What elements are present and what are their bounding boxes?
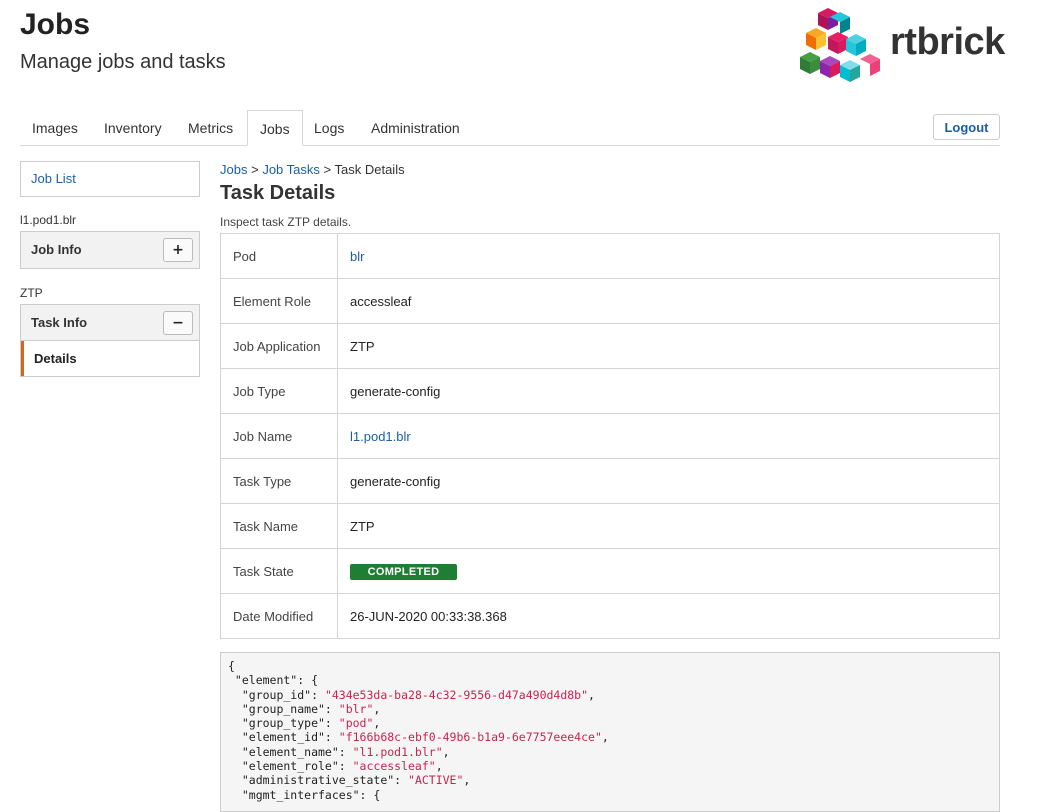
json-key: "group_type": xyxy=(228,716,339,731)
row-label: Task Name xyxy=(220,503,338,549)
job-info-header[interactable]: Job Info + xyxy=(21,232,199,268)
row-value: l1.pod1.blr xyxy=(337,413,1000,459)
tab-logs[interactable]: Logs xyxy=(302,110,356,146)
job-list-link[interactable]: Job List xyxy=(20,161,200,197)
job-info-panel: Job Info + xyxy=(20,231,200,269)
row-value: generate-config xyxy=(337,458,1000,504)
pod-link[interactable]: blr xyxy=(350,249,364,264)
json-key: "group_name": xyxy=(228,701,339,716)
json-line: { xyxy=(228,659,235,673)
json-punctuation: , xyxy=(463,773,471,788)
row-label: Task State xyxy=(220,548,338,594)
breadcrumb-jobs[interactable]: Jobs xyxy=(220,162,247,177)
task-details-table: Pod blr Element Role accessleaf Job Appl… xyxy=(220,233,1000,639)
job-name-link[interactable]: l1.pod1.blr xyxy=(350,429,411,444)
json-string-value: "f166b68c-ebf0-49b6-b1a9-6e7757eee4ce" xyxy=(338,730,602,745)
collapse-button[interactable]: − xyxy=(163,311,193,335)
sidebar-item-details[interactable]: Details xyxy=(21,341,199,376)
json-line: "element_role": "accessleaf", xyxy=(228,759,443,773)
row-label: Job Type xyxy=(220,368,338,414)
row-value: ZTP xyxy=(337,503,1000,549)
page-subtitle: Manage jobs and tasks xyxy=(20,51,226,73)
table-row: Pod blr xyxy=(220,233,1000,279)
expand-button[interactable]: + xyxy=(163,238,193,262)
task-info-header[interactable]: Task Info − xyxy=(21,305,199,341)
row-value: generate-config xyxy=(337,368,1000,414)
json-line: "group_id": "434e53da-ba28-4c32-9556-d47… xyxy=(228,688,595,702)
json-key: "element_id": xyxy=(228,730,339,745)
json-line: "element_name": "l1.pod1.blr", xyxy=(228,745,450,759)
breadcrumb-separator: > xyxy=(323,162,332,177)
breadcrumb: Jobs > Job Tasks > Task Details xyxy=(220,162,405,177)
json-punctuation: , xyxy=(435,759,443,774)
main-nav-tabs: Images Inventory Metrics Jobs Logs Admin… xyxy=(20,110,1000,146)
json-punctuation: , xyxy=(588,687,595,702)
logo-text: rtbrick xyxy=(890,21,1005,63)
json-string-value: "pod" xyxy=(338,716,374,731)
tab-metrics[interactable]: Metrics xyxy=(176,110,245,146)
row-label: Job Application xyxy=(220,323,338,369)
json-string-value: "accessleaf" xyxy=(352,759,436,774)
json-key: "element_role": xyxy=(228,759,353,774)
json-string-value: "ACTIVE" xyxy=(408,773,464,788)
json-key: "group_id": xyxy=(228,687,325,702)
json-key: "element": { xyxy=(228,673,319,688)
json-punctuation: , xyxy=(373,701,381,716)
json-key: "administrative_state": xyxy=(228,773,409,788)
row-value: ZTP xyxy=(337,323,1000,369)
breadcrumb-current: Task Details xyxy=(334,162,405,177)
tab-administration[interactable]: Administration xyxy=(359,110,472,146)
json-punctuation: , xyxy=(373,716,381,731)
row-value: COMPLETED xyxy=(337,548,1000,594)
task-info-title: Task Info xyxy=(31,315,88,330)
task-name-label: ZTP xyxy=(20,286,43,300)
row-value: 26-JUN-2020 00:33:38.368 xyxy=(337,593,1000,639)
table-row: Element Role accessleaf xyxy=(220,278,1000,324)
tab-jobs[interactable]: Jobs xyxy=(247,110,303,146)
logout-button[interactable]: Logout xyxy=(933,114,1000,140)
job-info-title: Job Info xyxy=(31,242,82,257)
rtbrick-logo: rtbrick xyxy=(798,4,1005,84)
json-string-value: "434e53da-ba28-4c32-9556-d47a490d4d8b" xyxy=(324,687,589,702)
page-title: Jobs xyxy=(20,8,91,41)
status-badge: COMPLETED xyxy=(350,563,457,580)
row-label: Element Role xyxy=(220,278,338,324)
row-label: Task Type xyxy=(220,458,338,504)
task-info-panel: Task Info − Details xyxy=(20,304,200,377)
json-line: "group_type": "pod", xyxy=(228,716,381,731)
section-title: Task Details xyxy=(220,182,336,204)
json-key: { xyxy=(228,659,235,673)
tab-images[interactable]: Images xyxy=(20,110,90,146)
json-string-value: "blr" xyxy=(338,701,374,716)
section-description: Inspect task ZTP details. xyxy=(220,215,352,229)
table-row: Job Name l1.pod1.blr xyxy=(220,413,1000,459)
row-label: Date Modified xyxy=(220,593,338,639)
row-label: Job Name xyxy=(220,413,338,459)
table-row: Date Modified 26-JUN-2020 00:33:38.368 xyxy=(220,593,1000,639)
table-row: Task Type generate-config xyxy=(220,458,1000,504)
row-value: blr xyxy=(337,233,1000,279)
json-punctuation: , xyxy=(442,744,450,759)
table-row: Task Name ZTP xyxy=(220,503,1000,549)
breadcrumb-separator: > xyxy=(251,162,259,177)
json-viewer: { "element": { "group_id": "434e53da-ba2… xyxy=(220,652,1000,812)
json-string-value: "l1.pod1.blr" xyxy=(352,744,443,759)
table-row: Task State COMPLETED xyxy=(220,548,1000,594)
row-value: accessleaf xyxy=(337,278,1000,324)
json-punctuation: , xyxy=(601,730,609,745)
json-line: "group_name": "blr", xyxy=(228,701,381,716)
json-key: "element_name": xyxy=(228,744,353,759)
json-line: "element_id": "f166b68c-ebf0-49b6-b1a9-6… xyxy=(228,730,609,744)
breadcrumb-job-tasks[interactable]: Job Tasks xyxy=(262,162,320,177)
table-row: Job Type generate-config xyxy=(220,368,1000,414)
logo-cubes-icon xyxy=(800,8,880,82)
row-label: Pod xyxy=(220,233,338,279)
table-row: Job Application ZTP xyxy=(220,323,1000,369)
json-line: "element": { xyxy=(228,673,318,687)
job-name-label: l1.pod1.blr xyxy=(20,213,77,227)
json-line: "administrative_state": "ACTIVE", xyxy=(228,773,471,788)
tab-inventory[interactable]: Inventory xyxy=(92,110,174,146)
